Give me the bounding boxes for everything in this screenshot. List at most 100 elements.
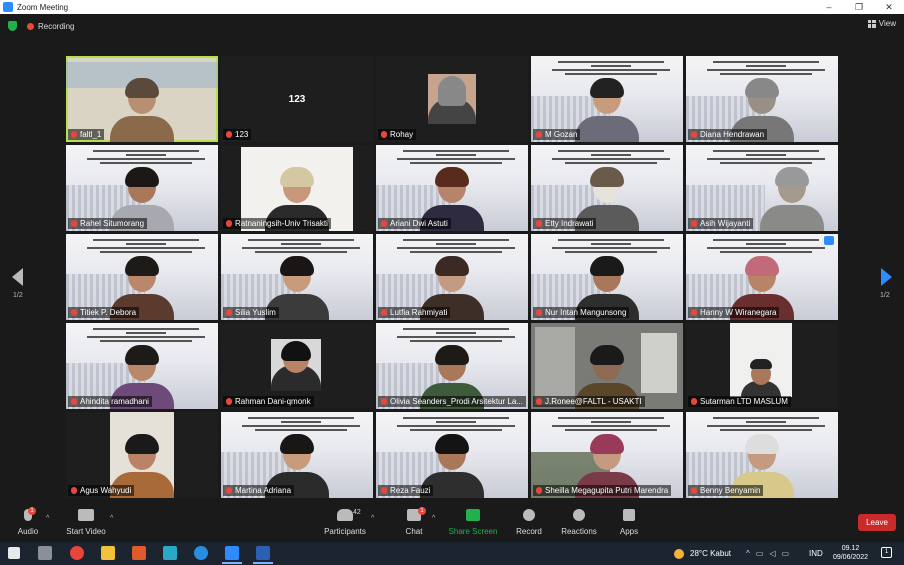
participants-count: 42 [353, 509, 361, 516]
minimize-button[interactable]: – [814, 0, 844, 14]
participant-tile[interactable]: Rohay [376, 56, 528, 142]
window-title: Zoom Meeting [17, 2, 69, 12]
zoom-taskbar-icon[interactable] [225, 546, 239, 560]
participant-name: Asih Wijayanti [688, 218, 754, 229]
participant-tile[interactable]: Benny Benyamin [686, 412, 838, 498]
close-button[interactable]: ✕ [874, 0, 904, 14]
muted-mic-icon [226, 220, 232, 227]
participant-tile[interactable]: Olivia Seanders_Prodi Arsitektur La... [376, 323, 528, 409]
audio-options-chevron-icon[interactable]: ^ [46, 515, 49, 522]
participant-tile[interactable]: faltl_1 [66, 56, 218, 142]
participant-tile[interactable]: Nur Intan Mangunsong [531, 234, 683, 320]
edge-icon[interactable] [194, 546, 208, 560]
muted-mic-icon [381, 220, 387, 227]
chat-options-chevron-icon[interactable]: ^ [432, 515, 435, 522]
participant-tile[interactable]: Silia Yuslim [221, 234, 373, 320]
input-language[interactable]: IND [809, 542, 823, 565]
maximize-button[interactable]: ❐ [844, 0, 874, 14]
next-page-arrow-icon[interactable] [881, 268, 892, 286]
previous-page-arrow-icon[interactable] [12, 268, 23, 286]
start-video-button[interactable]: Start Video [56, 509, 116, 536]
participant-name: Olivia Seanders_Prodi Arsitektur La... [378, 396, 526, 407]
recording-label: Recording [38, 21, 75, 31]
participant-tile[interactable]: Titiek P. Debora [66, 234, 218, 320]
participant-name: Titiek P. Debora [68, 307, 140, 318]
muted-mic-icon [381, 487, 387, 494]
participant-tile[interactable]: Rahel Situmorang [66, 145, 218, 231]
participant-tile[interactable]: M Gozan [531, 56, 683, 142]
muted-mic-icon [71, 487, 77, 494]
meeting-header: Recording View [0, 14, 904, 38]
participant-name: Rahman Dani-qmonk [223, 396, 314, 407]
apps-button[interactable]: Apps [599, 509, 659, 536]
participant-tile[interactable]: Sutarman LTD MASLUM [686, 323, 838, 409]
chrome-icon[interactable] [70, 546, 84, 560]
audio-button[interactable]: 1 Audio [0, 507, 58, 536]
share-screen-button[interactable]: Share Screen [443, 509, 503, 536]
muted-mic-icon [381, 309, 387, 316]
participant-name: Diana Hendrawan [688, 129, 768, 140]
muted-mic-icon [691, 398, 697, 405]
participant-tile[interactable]: Diana Hendrawan [686, 56, 838, 142]
windows-taskbar: 28°C Kabut ^ ▭ ◁ ▭ IND 09.12 09/06/2022 … [0, 542, 904, 565]
participant-tile[interactable]: 123 123 [221, 56, 373, 142]
participants-button[interactable]: 42 Participants [315, 509, 375, 536]
participant-initials: 123 [288, 94, 306, 105]
muted-mic-icon [381, 131, 387, 138]
volume-icon: ◁ [769, 549, 776, 558]
more-options-icon[interactable] [824, 236, 834, 245]
participant-tile[interactable]: Ratnaningsih-Univ Trisakti [221, 145, 373, 231]
system-clock[interactable]: 09.12 09/06/2022 [833, 544, 868, 562]
participant-tile[interactable]: J.Ronee@FALTL - USAKTI [531, 323, 683, 409]
participant-name: Benny Benyamin [688, 485, 764, 496]
weather-widget[interactable]: 28°C Kabut [674, 542, 731, 565]
participant-tile[interactable]: Asih Wijayanti [686, 145, 838, 231]
video-options-chevron-icon[interactable]: ^ [110, 515, 113, 522]
participant-tile[interactable]: Hanny W Wiranegara [686, 234, 838, 320]
participant-tile[interactable]: Martina Adriana [221, 412, 373, 498]
participant-tile[interactable]: Reza Fauzi [376, 412, 528, 498]
chat-unread-badge: 1 [418, 507, 426, 515]
muted-mic-icon [226, 398, 232, 405]
network-icon: ▭ [755, 549, 764, 558]
participant-name: Etty Indrawati [533, 218, 597, 229]
record-icon [523, 509, 535, 521]
chat-button[interactable]: 1 Chat [384, 507, 444, 536]
participant-tile[interactable]: Lutfia Rahmiyati [376, 234, 528, 320]
participants-options-chevron-icon[interactable]: ^ [371, 515, 374, 522]
muted-mic-icon [381, 398, 387, 405]
word-icon[interactable] [256, 546, 270, 560]
tray-icons[interactable]: ^ ▭ ◁ ▭ [746, 542, 789, 565]
participant-name: Lutfia Rahmiyati [378, 307, 451, 318]
security-shield-icon[interactable] [8, 21, 17, 31]
participant-tile[interactable]: Etty Indrawati [531, 145, 683, 231]
participant-tile[interactable]: Rahman Dani-qmonk [221, 323, 373, 409]
muted-mic-icon [536, 131, 542, 138]
participant-name: Sheilla Megagupita Putri Marendra [533, 485, 672, 496]
leave-button[interactable]: Leave [858, 514, 896, 531]
muted-mic-icon [71, 220, 77, 227]
participant-name: Nur Intan Mangunsong [533, 307, 630, 318]
page-indicator-right: 1/2 [880, 292, 890, 299]
windows-start-icon[interactable] [8, 547, 20, 559]
zoom-app-icon [3, 2, 13, 12]
participant-tile[interactable]: Sheilla Megagupita Putri Marendra [531, 412, 683, 498]
participant-name: J.Ronee@FALTL - USAKTI [533, 396, 645, 407]
muted-mic-icon [691, 131, 697, 138]
notification-center-icon[interactable]: 1 [881, 547, 892, 558]
view-label: View [878, 19, 896, 28]
participant-tile[interactable]: Ariani Dwi Astuti [376, 145, 528, 231]
view-button[interactable]: View [867, 19, 896, 28]
task-view-icon[interactable] [38, 546, 52, 560]
muted-mic-icon [71, 398, 77, 405]
participant-tile[interactable]: Ahindita ramadhani [66, 323, 218, 409]
video-off-icon [78, 509, 94, 521]
media-player-icon[interactable] [132, 546, 146, 560]
app-icon[interactable] [163, 546, 177, 560]
participant-name: Ratnaningsih-Univ Trisakti [223, 218, 331, 229]
muted-mic-icon [226, 131, 232, 138]
file-explorer-icon[interactable] [101, 546, 115, 560]
participant-tile[interactable]: Agus Wahyudi [66, 412, 218, 498]
participant-name: Rahel Situmorang [68, 218, 148, 229]
muted-mic-icon [691, 309, 697, 316]
